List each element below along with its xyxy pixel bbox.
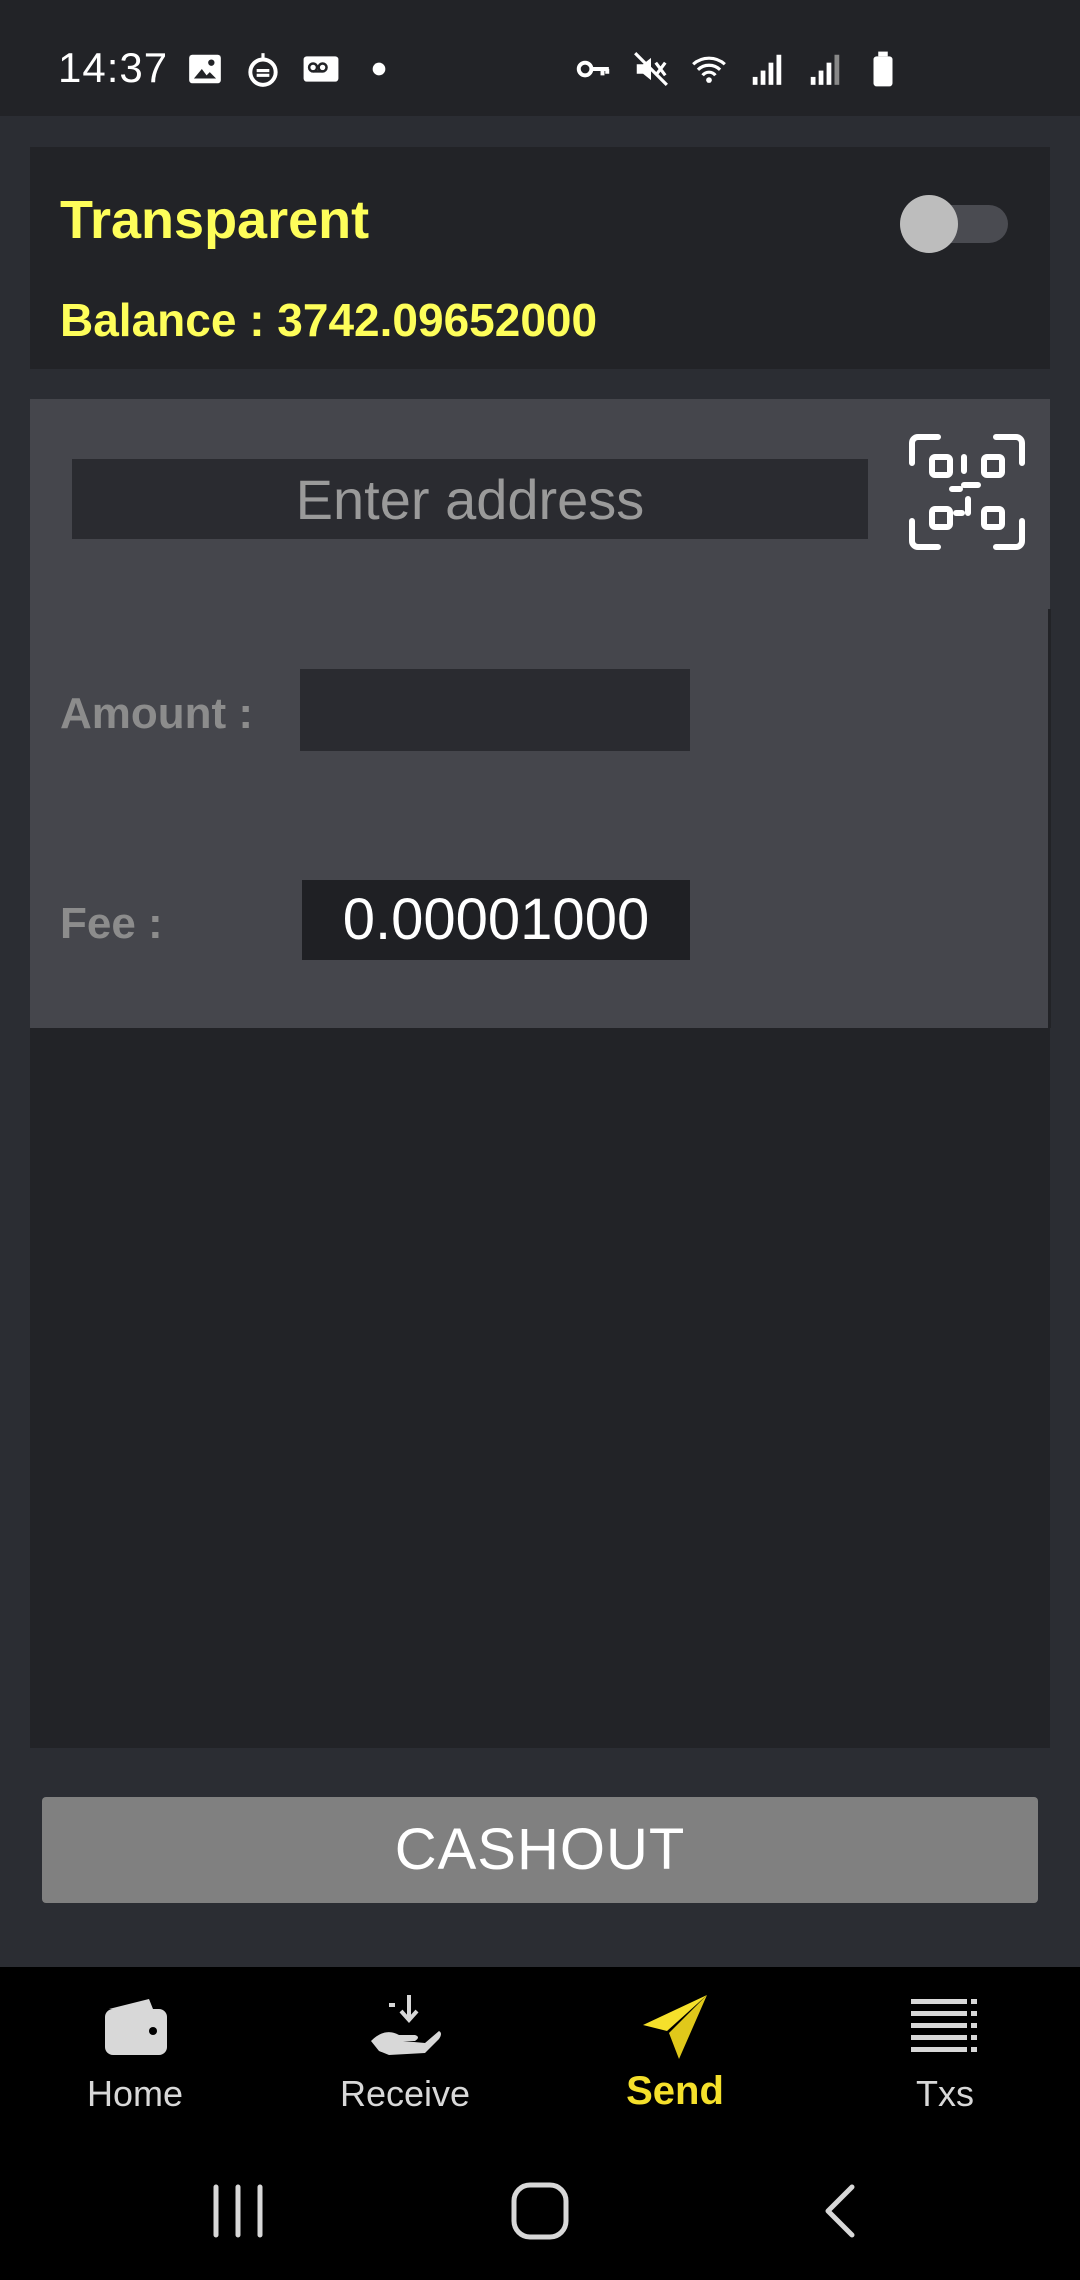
home-icon[interactable] (500, 2181, 580, 2241)
nav-home-label: Home (86, 2073, 184, 2114)
wallet-icon (105, 1999, 167, 2055)
send-form: Amount : Fee : 0.00001000 (30, 399, 1051, 1028)
scan-qr-button[interactable] (908, 433, 1026, 551)
qr-scan-icon (909, 434, 1025, 550)
voicemail-icon (303, 56, 339, 82)
empty-content-panel (30, 1028, 1050, 1748)
nav-home[interactable]: Home (0, 1967, 270, 2137)
battery-icon (873, 51, 893, 87)
mute-icon (634, 52, 668, 86)
cashout-button[interactable]: CASHOUT (42, 1797, 1038, 1903)
signal-2-icon (810, 54, 840, 85)
status-left-icons (186, 50, 398, 88)
nav-receive-label: Receive (339, 2073, 471, 2114)
toggle-thumb (900, 195, 958, 253)
bottom-navigation: Home Receive Send Txs (0, 1967, 1080, 2137)
transparent-toggle[interactable] (892, 193, 1018, 255)
nav-send[interactable]: Send (540, 1967, 810, 2137)
paper-plane-icon (643, 1995, 707, 2059)
status-time: 14:37 (58, 44, 169, 91)
nav-receive[interactable]: Receive (270, 1967, 540, 2137)
form-edge-divider (1048, 609, 1051, 1028)
image-icon (189, 54, 221, 84)
wallet-type-title: Transparent (60, 190, 370, 250)
nav-send-label: Send (626, 2069, 724, 2113)
wifi-icon (692, 56, 726, 83)
list-icon (911, 1999, 977, 2052)
fee-label: Fee : (60, 899, 163, 948)
recent-apps-icon[interactable] (198, 2181, 278, 2241)
amount-input[interactable] (300, 669, 690, 751)
balance-card: Transparent Balance : 3742.09652000 (30, 147, 1050, 369)
fee-value[interactable]: 0.00001000 (302, 880, 690, 960)
status-bar: 14:37 (0, 0, 1080, 116)
status-right-icons (574, 50, 902, 88)
back-icon[interactable] (802, 2181, 882, 2241)
address-input[interactable] (72, 459, 868, 539)
vpn-key-icon (576, 60, 610, 78)
sync-app-icon (248, 53, 278, 87)
system-navigation-bar (0, 2137, 1080, 2280)
amount-label: Amount : (60, 689, 254, 738)
dot-icon (372, 62, 386, 76)
nav-txs-label: Txs (916, 2073, 974, 2114)
receive-hand-icon (371, 1995, 441, 2055)
signal-1-icon (752, 54, 782, 85)
balance-text: Balance : 3742.09652000 (60, 294, 598, 346)
nav-txs[interactable]: Txs (810, 1967, 1080, 2137)
